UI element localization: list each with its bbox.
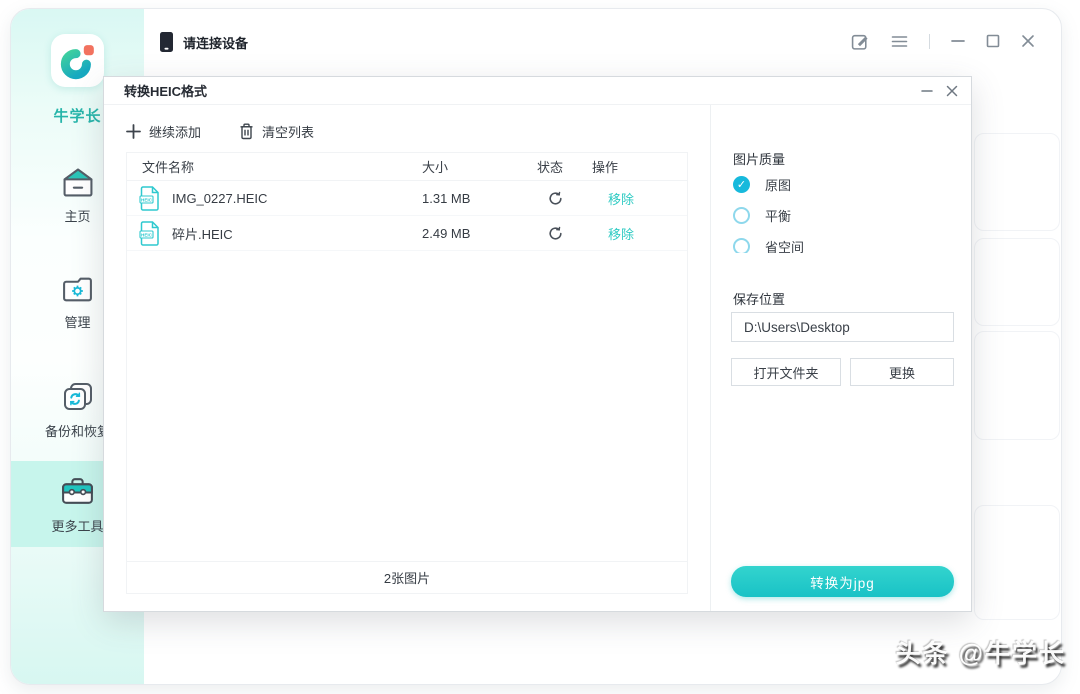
menu-icon[interactable] xyxy=(891,35,908,48)
svg-text:HEIC: HEIC xyxy=(141,197,153,202)
radio-checked-icon[interactable]: ✓ xyxy=(733,176,750,193)
clear-list-label: 清空列表 xyxy=(262,124,315,140)
add-files-label: 继续添加 xyxy=(149,124,202,140)
maximize-button[interactable] xyxy=(986,34,1000,48)
save-path-input[interactable] xyxy=(731,312,954,342)
close-button[interactable] xyxy=(1021,34,1035,48)
quality-option-save-space[interactable]: 省空间 xyxy=(733,231,943,253)
quality-option-balanced[interactable]: 平衡 xyxy=(733,200,943,231)
radio-unchecked-icon[interactable] xyxy=(733,238,750,253)
background-card xyxy=(974,238,1060,326)
file-size: 1.31 MB xyxy=(422,190,471,206)
dialog-title: 转换HEIC格式 xyxy=(124,84,208,99)
home-icon xyxy=(63,168,92,197)
check-icon: ✓ xyxy=(736,179,747,191)
minimize-button[interactable] xyxy=(951,39,965,43)
header-action: 操作 xyxy=(592,160,619,175)
refresh-status-icon xyxy=(549,191,562,205)
folder-gear-icon xyxy=(63,277,92,302)
file-name: IMG_0227.HEIC xyxy=(172,190,268,206)
background-card xyxy=(974,133,1060,231)
open-folder-button[interactable]: 打开文件夹 xyxy=(731,358,841,386)
brand-c-logo-icon xyxy=(60,44,94,79)
backup-restore-icon xyxy=(63,383,92,410)
table-header: 文件名称 大小 状态 操作 xyxy=(127,153,687,181)
background-card xyxy=(974,331,1060,440)
heic-file-icon: HEIC xyxy=(139,220,159,246)
options-panel: 图片质量 ✓ 原图 平衡 省空间 保存位置 D:\Users\Desktop 打… xyxy=(710,105,971,611)
file-name: 碎片.HEIC xyxy=(172,226,233,242)
controls-separator xyxy=(929,33,930,49)
header-status: 状态 xyxy=(537,160,564,175)
device-status-label: 请连接设备 xyxy=(183,35,249,51)
dialog-minimize-button[interactable] xyxy=(921,89,933,93)
table-row: HEIC 碎片.HEIC 2.49 MB 移除 xyxy=(127,216,687,251)
quality-option-original[interactable]: ✓ 原图 xyxy=(733,169,943,200)
file-table: 文件名称 大小 状态 操作 HEIC IMG_0227.HEIC 1.31 MB… xyxy=(126,152,688,594)
clear-list-button[interactable]: 清空列表 xyxy=(239,122,314,141)
heic-file-icon: HEIC xyxy=(139,185,159,211)
window-controls xyxy=(851,31,1035,51)
header-file-name: 文件名称 xyxy=(142,160,195,175)
refresh-status-icon xyxy=(549,226,562,240)
dialog-close-button[interactable] xyxy=(946,85,958,97)
remove-link[interactable]: 移除 xyxy=(608,227,634,242)
device-status: 请连接设备 xyxy=(159,31,248,53)
quality-option-label: 平衡 xyxy=(765,209,792,224)
plus-icon xyxy=(126,123,141,139)
quality-option-label: 省空间 xyxy=(765,240,805,253)
save-location-title: 保存位置 xyxy=(733,292,786,307)
watermark: 头条 @牛学长 xyxy=(895,640,1066,668)
empty-list-area xyxy=(127,251,687,561)
toolbox-icon xyxy=(62,478,93,504)
quality-option-label: 原图 xyxy=(765,178,792,193)
radio-unchecked-icon[interactable] xyxy=(733,207,750,224)
dialog-titlebar: 转换HEIC格式 xyxy=(104,77,971,105)
svg-text:HEIC: HEIC xyxy=(141,232,153,237)
convert-to-jpg-button[interactable]: 转换为jpg xyxy=(731,566,954,597)
feedback-edit-icon[interactable] xyxy=(851,32,870,51)
add-files-button[interactable]: 继续添加 xyxy=(126,122,201,141)
header-size: 大小 xyxy=(422,160,449,175)
file-size: 2.49 MB xyxy=(422,225,471,241)
quality-options: ✓ 原图 平衡 省空间 xyxy=(733,169,943,253)
trash-icon xyxy=(240,123,253,139)
table-row: HEIC IMG_0227.HEIC 1.31 MB 移除 xyxy=(127,181,687,216)
convert-heic-dialog: 转换HEIC格式 继续添加 清空列表 文件名称 大小 状态 操作 HEIC IM… xyxy=(103,76,972,612)
change-folder-button[interactable]: 更换 xyxy=(850,358,954,386)
list-toolbar: 继续添加 清空列表 xyxy=(126,118,688,144)
background-card xyxy=(974,505,1060,620)
remove-link[interactable]: 移除 xyxy=(608,192,634,207)
file-count-footer: 2张图片 xyxy=(127,561,687,593)
app-logo xyxy=(51,34,104,87)
phone-icon xyxy=(160,32,173,52)
quality-section-title: 图片质量 xyxy=(733,152,786,167)
